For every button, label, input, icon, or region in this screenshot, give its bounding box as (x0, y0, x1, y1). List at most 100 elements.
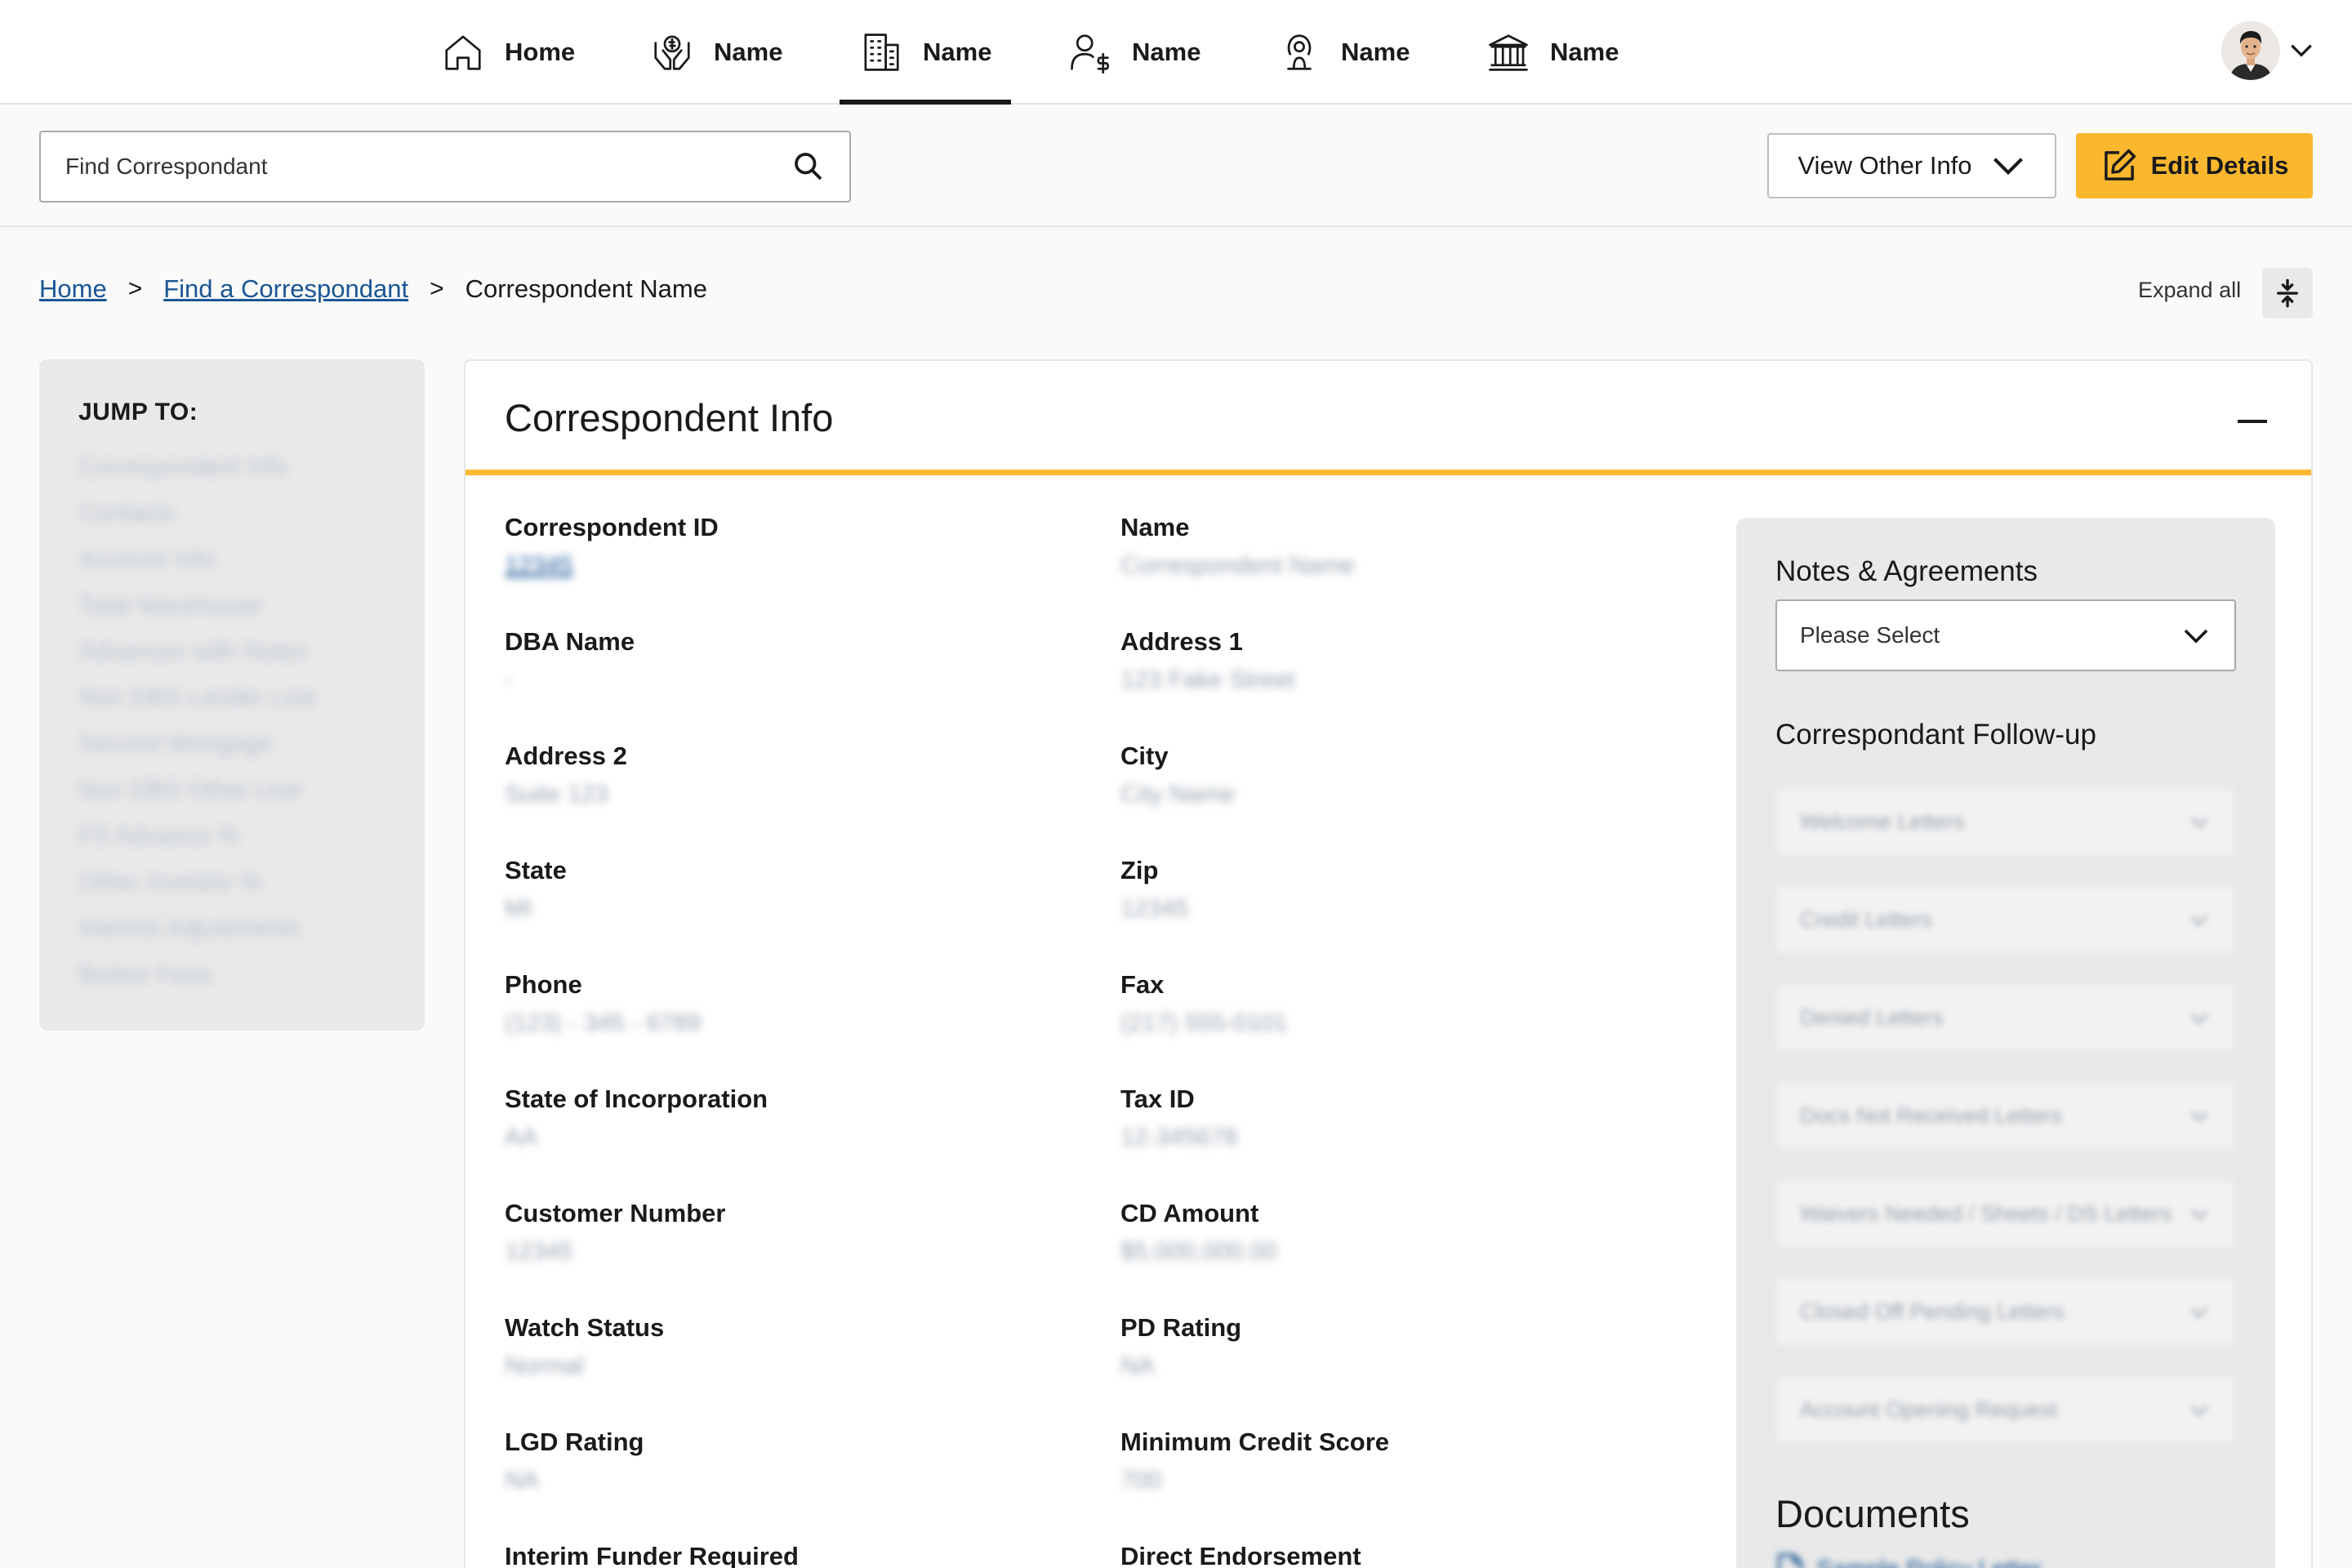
jump-to-item[interactable]: Non DBS Other Line (78, 768, 385, 814)
field-pd-rating: PD Rating NA (1120, 1313, 1241, 1380)
followup-dropdown[interactable]: Closed Off Pending Letters (1775, 1277, 2236, 1346)
field-city: City City Name (1120, 742, 1235, 808)
chevron-down-icon (2190, 1111, 2208, 1122)
account-menu-toggle[interactable] (2285, 31, 2318, 69)
bank-icon (1489, 34, 1528, 71)
chevron-down-icon (2291, 44, 2312, 57)
field-label: DBA Name (505, 627, 635, 656)
field-label: CD Amount (1120, 1199, 1259, 1227)
field-label: Tax ID (1120, 1085, 1195, 1113)
nav-item-3[interactable]: Name (839, 0, 1012, 105)
toolbar: Find Correspondant View Other Info Edit … (0, 105, 2352, 227)
followup-dropdown[interactable]: Docs Not Received Letters (1775, 1081, 2236, 1150)
jump-to-item[interactable]: Broker Fees (78, 952, 385, 999)
jump-to-item[interactable]: Correspondent Info (78, 444, 385, 491)
field-label: Direct Endorsement (1120, 1542, 1361, 1568)
field-phone: Phone (123) - 345 - 6789 (505, 970, 701, 1037)
expand-vertical-icon (2277, 278, 2298, 308)
jump-to-item[interactable]: Total Warehouse (78, 583, 385, 630)
search-icon[interactable] (792, 150, 825, 183)
expand-all-label: Expand all (2138, 278, 2242, 302)
breadcrumb-home-link[interactable]: Home (39, 274, 107, 304)
field-value: $5,000,000.00 (1120, 1238, 1277, 1265)
nav-item-6[interactable]: Name (1486, 0, 1619, 105)
field-label: Phone (505, 970, 582, 999)
breadcrumb: Home > Find a Correspondant > Correspond… (39, 274, 707, 304)
expand-all-button[interactable] (2262, 268, 2313, 318)
field-value: 12345 (1120, 895, 1189, 922)
document-icon (1778, 1553, 1802, 1568)
breadcrumb-separator: > (127, 275, 143, 302)
nav-item-4[interactable]: Name (1068, 0, 1200, 105)
documents-title: Documents (1775, 1492, 1970, 1535)
jump-to-item[interactable]: Account Info (78, 537, 385, 583)
field-label: Interim Funder Required (505, 1542, 799, 1568)
jump-to-item[interactable]: Non DBS Lender Line (78, 675, 385, 722)
field-interim-funder-required: Interim Funder Required (505, 1542, 799, 1568)
field-label: City (1120, 742, 1169, 770)
followup-dropdown[interactable]: Waivers Needed / Sheets / DS Letters (1775, 1179, 2236, 1248)
correspondent-info-panel: Correspondent Info Correspondent ID 1234… (464, 359, 2313, 1568)
field-zip: Zip 12345 (1120, 856, 1188, 923)
view-other-info-label: View Other Info (1797, 151, 1972, 180)
jump-to-item[interactable]: Advances with Notes (78, 629, 385, 675)
chevron-down-icon (2184, 629, 2208, 644)
select-value: Please Select (1800, 622, 1940, 648)
search-placeholder: Find Correspondant (65, 154, 268, 179)
field-value: (217) 555-0101 (1120, 1009, 1289, 1036)
field-label: Zip (1120, 856, 1159, 884)
edit-details-label: Edit Details (2150, 151, 2289, 180)
field-label: State of Incorporation (505, 1085, 768, 1113)
field-state: State MI (505, 856, 567, 923)
field-customer-number: Customer Number 12345 (505, 1199, 725, 1266)
jump-to-title: JUMP TO: (78, 399, 198, 425)
followup-dropdown[interactable]: Welcome Letters (1775, 787, 2236, 856)
field-address-2: Address 2 Suite 123 (505, 742, 627, 808)
correspondent-id-link[interactable]: 12345 (505, 552, 719, 580)
hands-dollar-icon (654, 35, 690, 70)
field-label: Fax (1120, 970, 1165, 999)
field-value: 123 Fake Street (1120, 666, 1295, 693)
jump-to-item[interactable]: Other Investor % (78, 860, 385, 906)
field-label: Address 1 (1120, 627, 1243, 656)
chevron-down-icon (1993, 158, 2023, 176)
jump-to-item[interactable]: Interest Adjustments (78, 906, 385, 952)
edit-details-button[interactable]: Edit Details (2076, 133, 2313, 198)
document-link[interactable]: Sample Policy Letter (1775, 1553, 2041, 1568)
followup-dropdown[interactable]: Account Opening Request (1775, 1375, 2236, 1444)
nav-item-2[interactable]: Name (650, 0, 782, 105)
breadcrumb-find-link[interactable]: Find a Correspondant (163, 274, 408, 304)
field-label: LGD Rating (505, 1428, 644, 1456)
person-signal-icon (1287, 34, 1312, 70)
nav-item-5-label: Name (1341, 38, 1410, 66)
field-label: State (505, 856, 567, 884)
field-fax: Fax (217) 555-0101 (1120, 970, 1288, 1037)
view-other-info-dropdown[interactable]: View Other Info (1767, 133, 2056, 198)
followup-label: Welcome Letters (1800, 808, 1966, 834)
jump-to-item[interactable]: Second Mortgage (78, 721, 385, 768)
followup-dropdown[interactable]: Denied Letters (1775, 983, 2236, 1052)
followup-dropdown[interactable]: Credit Letters (1775, 885, 2236, 954)
field-label: PD Rating (1120, 1313, 1242, 1342)
field-value: - (505, 666, 513, 693)
breadcrumb-separator: > (430, 275, 444, 302)
field-label: Watch Status (505, 1313, 665, 1342)
field-value: 12-345678 (1120, 1124, 1238, 1151)
avatar-photo (2221, 21, 2280, 80)
jump-to-item[interactable]: Contacts (78, 491, 385, 537)
collapse-button[interactable] (2236, 405, 2269, 438)
nav-item-6-label: Name (1550, 38, 1619, 66)
nav-home[interactable]: Home (441, 0, 575, 105)
chevron-down-icon (2190, 915, 2208, 926)
field-watch-status: Watch Status Normal (505, 1313, 664, 1380)
user-avatar[interactable] (2221, 21, 2280, 80)
field-label: Minimum Credit Score (1120, 1428, 1389, 1456)
jump-to-item[interactable]: FS Advance % (78, 813, 385, 860)
nav-item-5[interactable]: Name (1277, 0, 1410, 105)
field-value: (123) - 345 - 6789 (505, 1009, 702, 1036)
field-cd-amount: CD Amount $5,000,000.00 (1120, 1199, 1277, 1266)
correspondent-search-input[interactable]: Find Correspondant (39, 131, 851, 203)
notes-agreements-select[interactable]: Please Select (1775, 599, 2236, 671)
home-icon (445, 35, 481, 70)
field-state-of-incorporation: State of Incorporation AA (505, 1085, 768, 1152)
